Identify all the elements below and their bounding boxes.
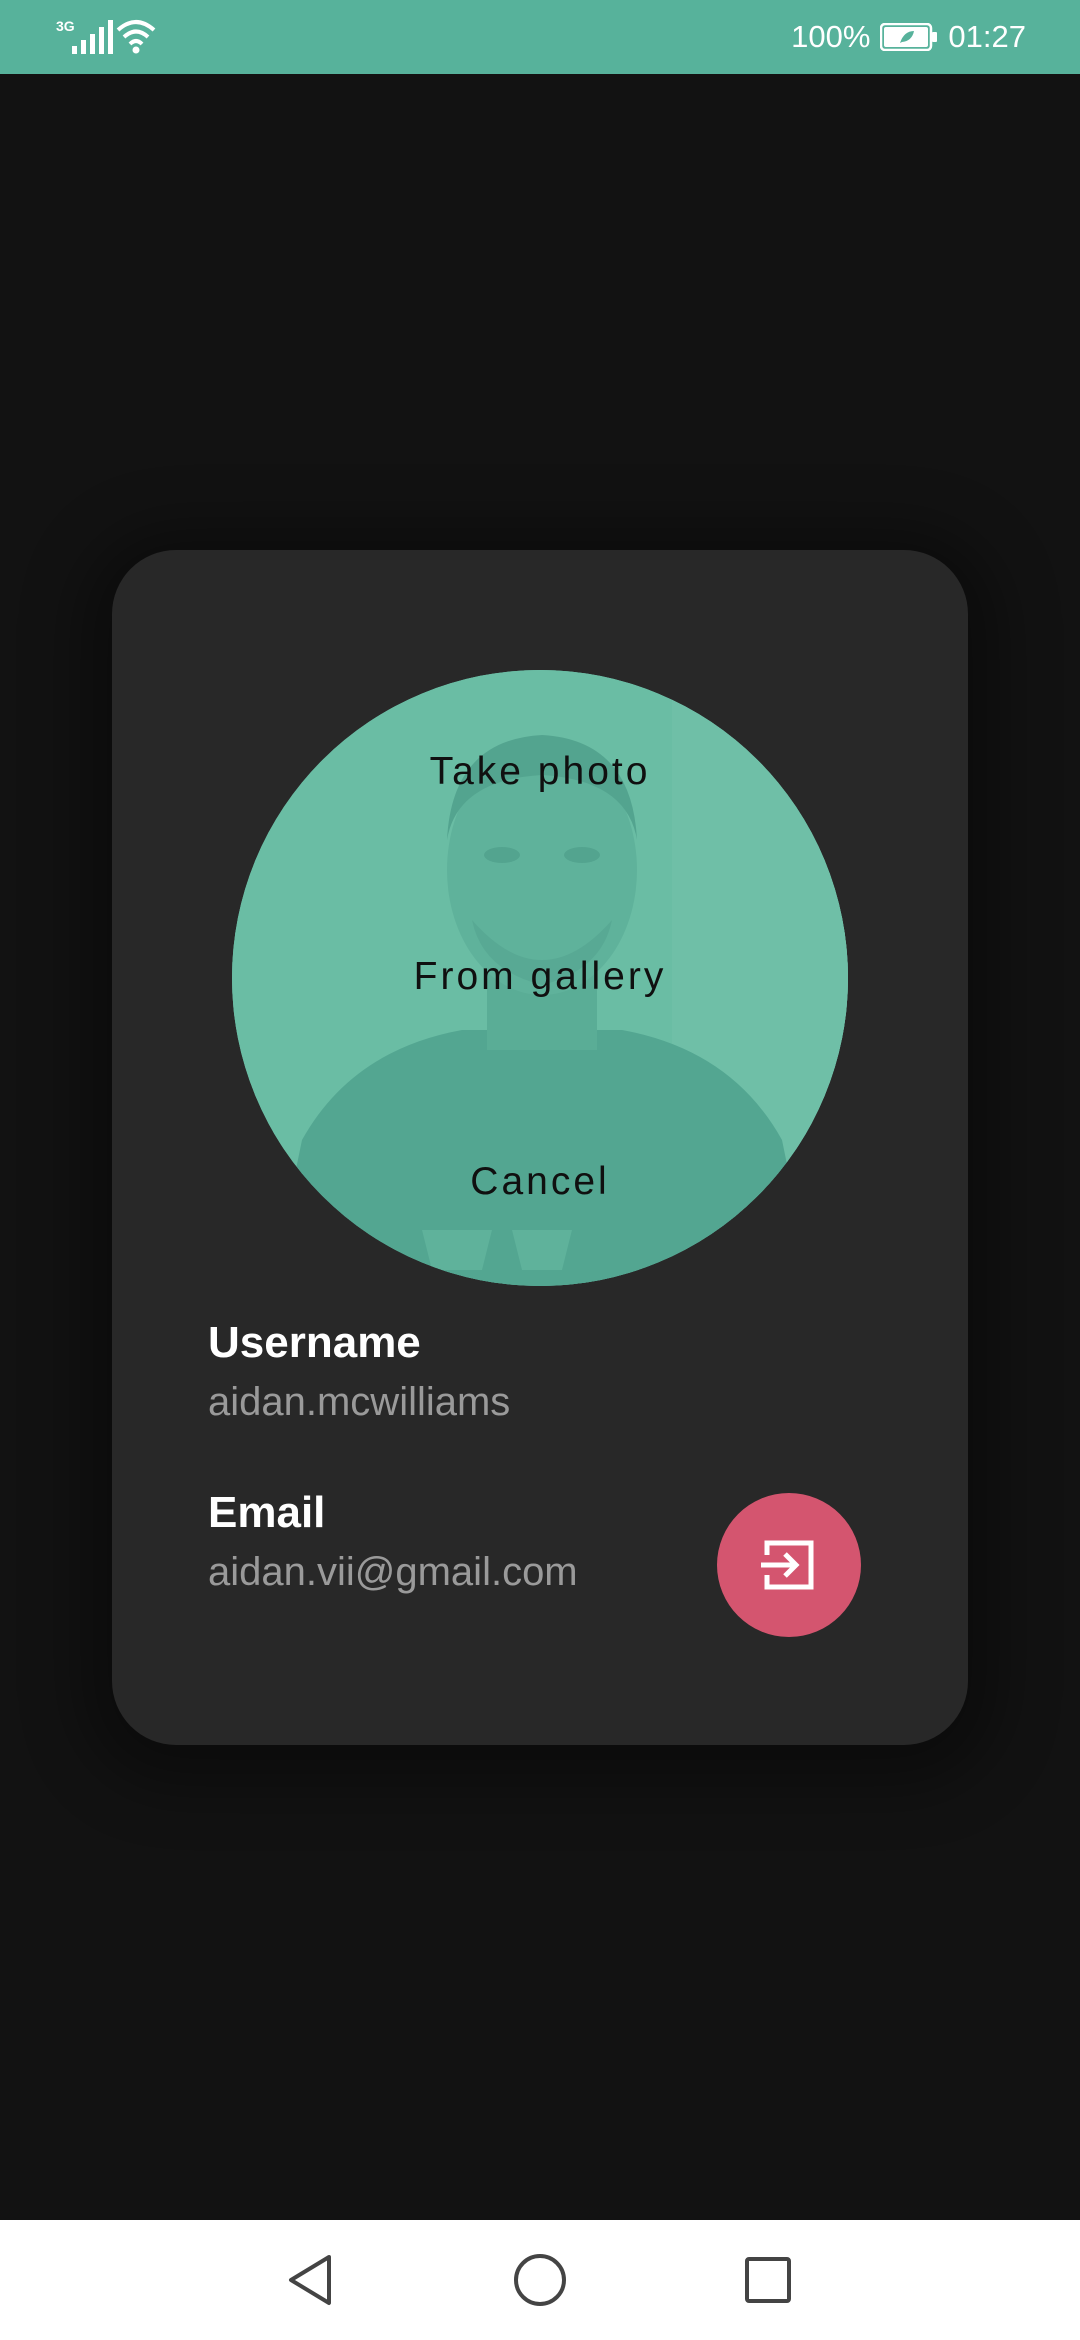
- wifi-icon: [116, 20, 156, 54]
- username-value: aidan.mcwilliams: [208, 1380, 511, 1424]
- signal-icon: [72, 20, 113, 54]
- status-bar: 3G 100% 01:27: [0, 0, 1080, 74]
- email-label: Email: [208, 1488, 326, 1537]
- recents-icon: [745, 2257, 791, 2303]
- cancel-option[interactable]: Cancel: [232, 1160, 848, 1204]
- take-photo-option[interactable]: Take photo: [232, 750, 848, 794]
- logout-icon: [761, 1540, 814, 1590]
- back-button[interactable]: [280, 2250, 340, 2310]
- recents-button[interactable]: [738, 2250, 798, 2310]
- status-right: 100% 01:27: [791, 0, 1026, 74]
- from-gallery-option[interactable]: From gallery: [232, 955, 848, 999]
- navigation-bar: [0, 2220, 1080, 2340]
- clock: 01:27: [948, 19, 1026, 54]
- profile-card: Take photo From gallery Cancel Username …: [112, 550, 968, 1745]
- email-value: aidan.vii@gmail.com: [208, 1550, 578, 1594]
- username-label: Username: [208, 1318, 421, 1367]
- home-icon: [514, 2254, 566, 2306]
- battery-percent: 100%: [791, 19, 871, 54]
- home-button[interactable]: [510, 2250, 570, 2310]
- battery-icon: [880, 23, 938, 51]
- logout-button[interactable]: [717, 1493, 861, 1637]
- avatar[interactable]: Take photo From gallery Cancel: [232, 670, 848, 1286]
- back-icon: [289, 2255, 331, 2305]
